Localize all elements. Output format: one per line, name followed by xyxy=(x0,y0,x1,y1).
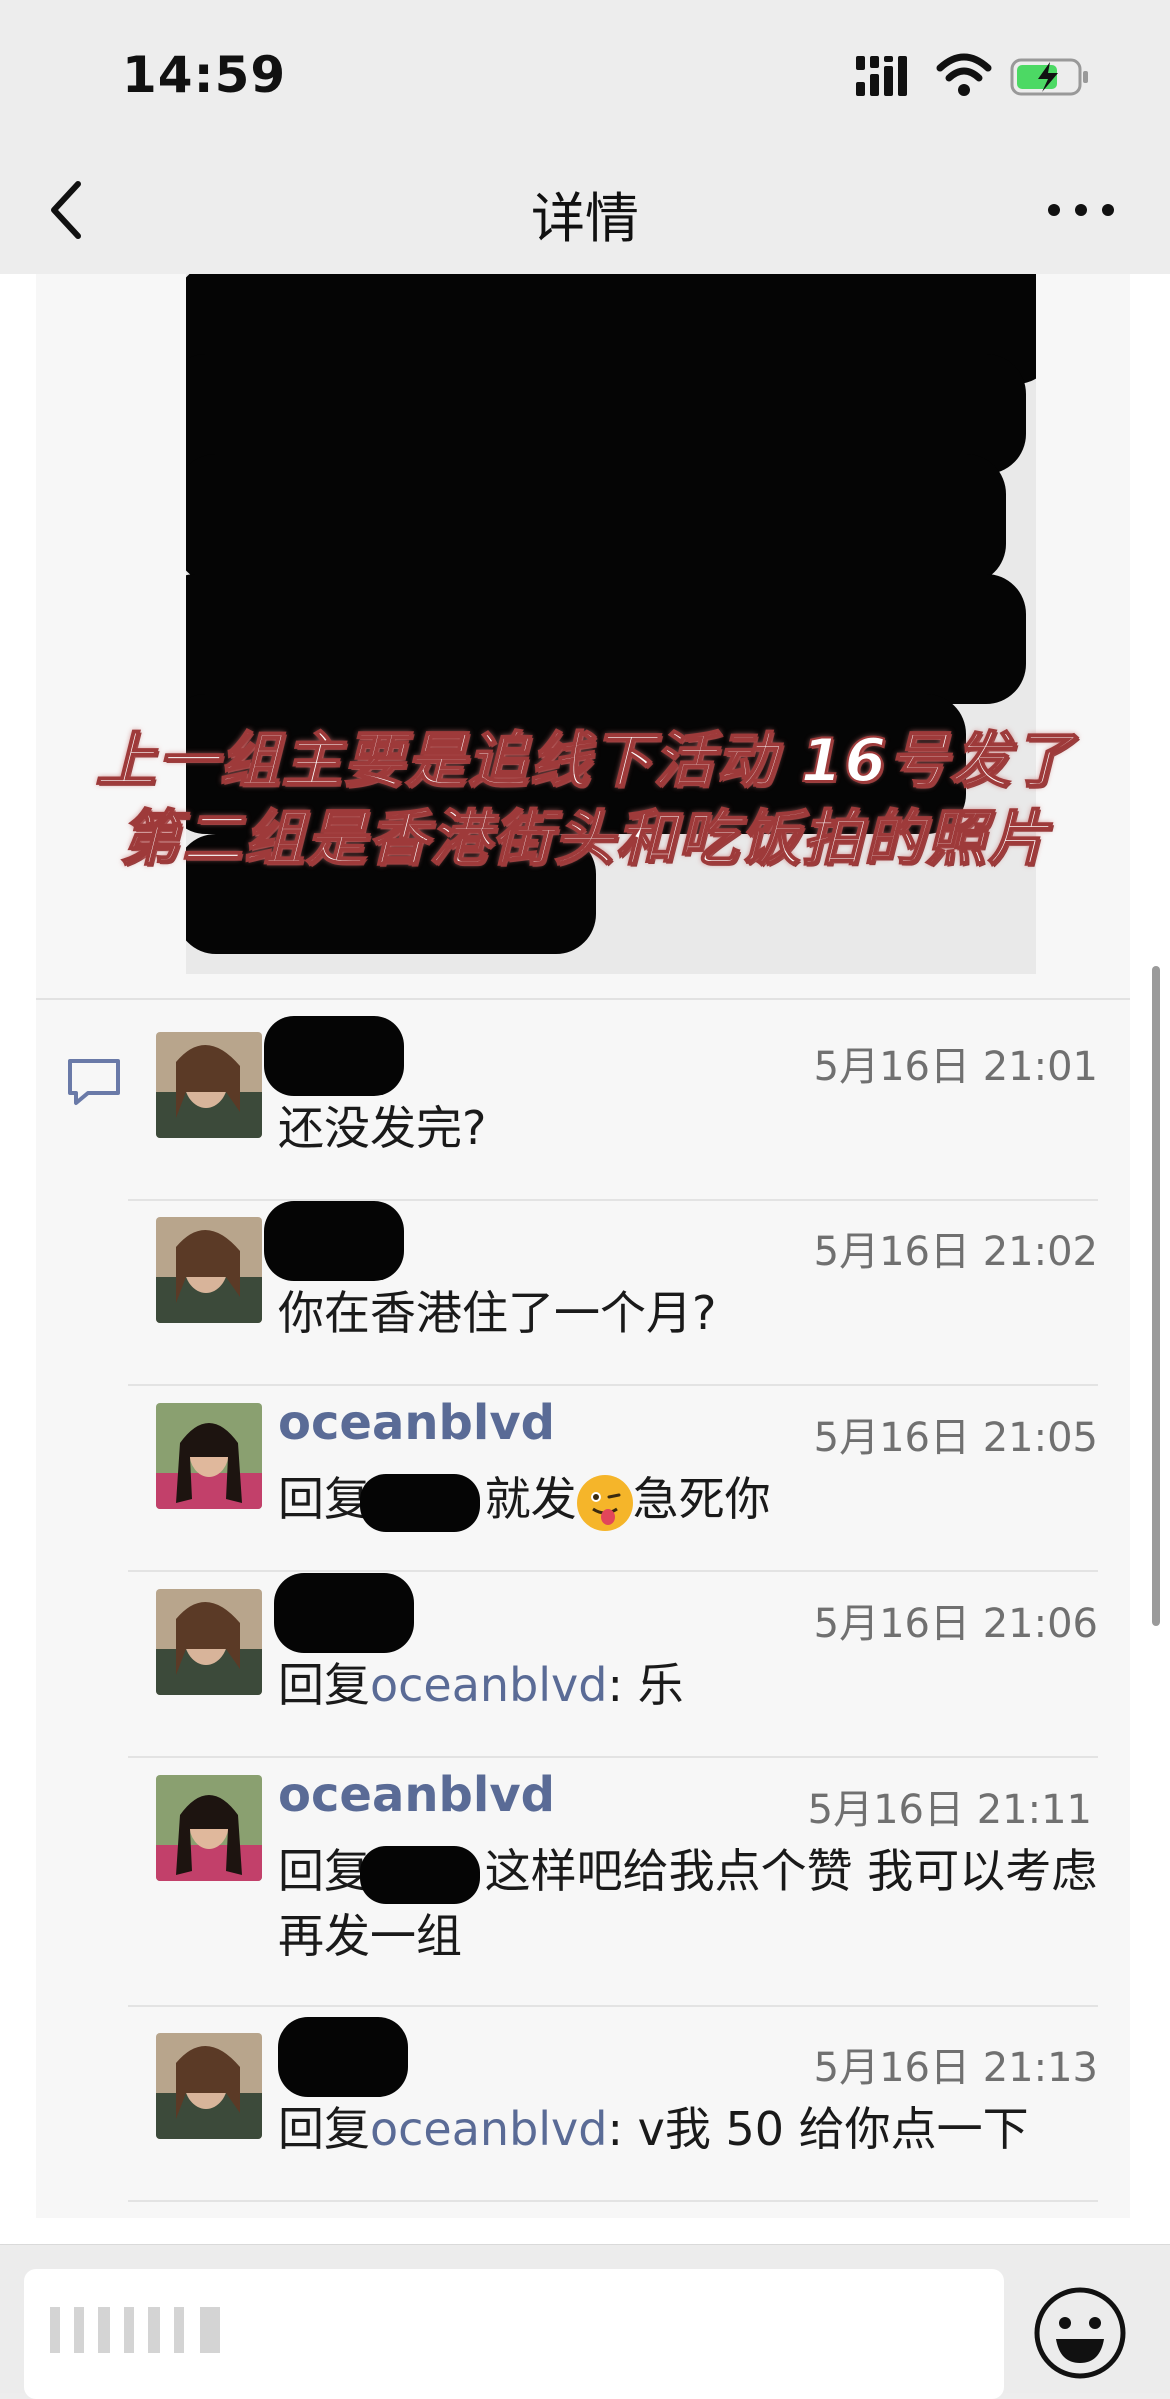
redaction-mark xyxy=(186,454,1006,584)
comment-time: 5月16日 21:11 xyxy=(807,1787,1092,1833)
comment-item[interactable]: 5月16日 21:01 还没发完? xyxy=(128,1016,1098,1201)
comment-time: 5月16日 21:05 xyxy=(813,1415,1098,1461)
status-bar: 14:59 xyxy=(0,0,1170,150)
reply-label: 回复 xyxy=(278,1844,370,1898)
reply-text-end: 急死你 xyxy=(632,1472,771,1526)
reply-label: 回复 xyxy=(278,1658,370,1712)
commenter-name[interactable]: oceanblvd xyxy=(278,1395,555,1451)
overlay-caption-line2: 第二组是香港街头和吃饭拍的照片 xyxy=(119,803,1050,875)
avatar[interactable] xyxy=(156,1032,262,1138)
comment-text: 回复 这样吧给我点个赞 我可以考虑再发一组 xyxy=(278,1839,1098,1968)
smiley-icon[interactable] xyxy=(1032,2285,1128,2381)
divider xyxy=(128,1384,1098,1386)
comment-input[interactable] xyxy=(24,2269,1004,2399)
comment-text: 回复oceanblvd: 乐 xyxy=(278,1653,1098,1717)
status-time: 14:59 xyxy=(122,46,287,104)
wifi-icon xyxy=(936,53,992,96)
name-redaction xyxy=(264,1201,404,1281)
input-placeholder-blur xyxy=(50,2307,220,2353)
commenter-name[interactable]: oceanblvd xyxy=(278,1767,555,1823)
comment-item[interactable]: 5月16日 21:13 回复oceanblvd: v我 50 给你点一下 xyxy=(128,2017,1098,2202)
avatar[interactable] xyxy=(156,1403,262,1509)
avatar[interactable] xyxy=(156,1217,262,1323)
comment-time: 5月16日 21:01 xyxy=(813,1044,1098,1090)
comment-bubble-icon xyxy=(68,1059,120,1105)
avatar[interactable] xyxy=(156,1775,262,1881)
scrollbar[interactable] xyxy=(1152,966,1160,1626)
comment-time: 5月16日 21:06 xyxy=(813,1601,1098,1647)
comment-text: 回复oceanblvd: v我 50 给你点一下 xyxy=(278,2097,1098,2161)
divider xyxy=(128,1570,1098,1572)
comment-item[interactable]: 5月16日 21:06 回复oceanblvd: 乐 xyxy=(128,1573,1098,1758)
comment-time: 5月16日 21:13 xyxy=(813,2045,1098,2091)
comment-text: 你在香港住了一个月? xyxy=(278,1286,717,1340)
more-dots-icon[interactable] xyxy=(1046,190,1116,230)
signal-icon xyxy=(856,56,907,96)
reply-text: 就发 xyxy=(470,1472,577,1526)
name-redaction xyxy=(278,2017,408,2097)
overlay-caption-line1: 上一组主要是追线下活动 16号发了 xyxy=(95,725,1075,797)
divider xyxy=(128,2200,1098,2202)
reply-target-link[interactable]: oceanblvd xyxy=(370,2102,607,2156)
comment-item[interactable]: 5月16日 21:02 你在香港住了一个月? xyxy=(128,1201,1098,1386)
comment-item[interactable]: oceanblvd 5月16日 21:11 回复 这样吧给我点个赞 我可以考虑再… xyxy=(128,1759,1098,2007)
reply-label: 回复 xyxy=(278,1472,370,1526)
divider xyxy=(128,1756,1098,1758)
reply-text: : 乐 xyxy=(607,1658,684,1712)
comment-text: 还没发完? xyxy=(278,1101,487,1155)
battery-icon xyxy=(1010,58,1088,96)
reply-text: : v我 50 给你点一下 xyxy=(607,2102,1029,2156)
divider xyxy=(36,998,1130,1000)
winking-tongue-emoji xyxy=(576,1474,633,1531)
avatar[interactable] xyxy=(156,2033,262,2139)
comment-input-bar xyxy=(0,2244,1170,2399)
reply-target-link[interactable]: oceanblvd xyxy=(370,1658,607,1712)
divider xyxy=(128,2005,1098,2007)
comment-time: 5月16日 21:02 xyxy=(813,1229,1098,1275)
nav-bar: 详情 xyxy=(0,150,1170,275)
name-redaction xyxy=(360,1845,480,1904)
comment-item[interactable]: oceanblvd 5月16日 21:05 回复 就发 急死你 xyxy=(128,1387,1098,1572)
name-redaction xyxy=(274,1573,414,1653)
page-title: 详情 xyxy=(531,187,639,250)
comment-text: 回复 就发 急死你 xyxy=(278,1467,1098,1532)
name-redaction xyxy=(360,1473,480,1532)
redaction-mark xyxy=(186,574,1026,704)
reply-label: 回复 xyxy=(278,2102,370,2156)
avatar[interactable] xyxy=(156,1589,262,1695)
name-redaction xyxy=(264,1016,404,1096)
